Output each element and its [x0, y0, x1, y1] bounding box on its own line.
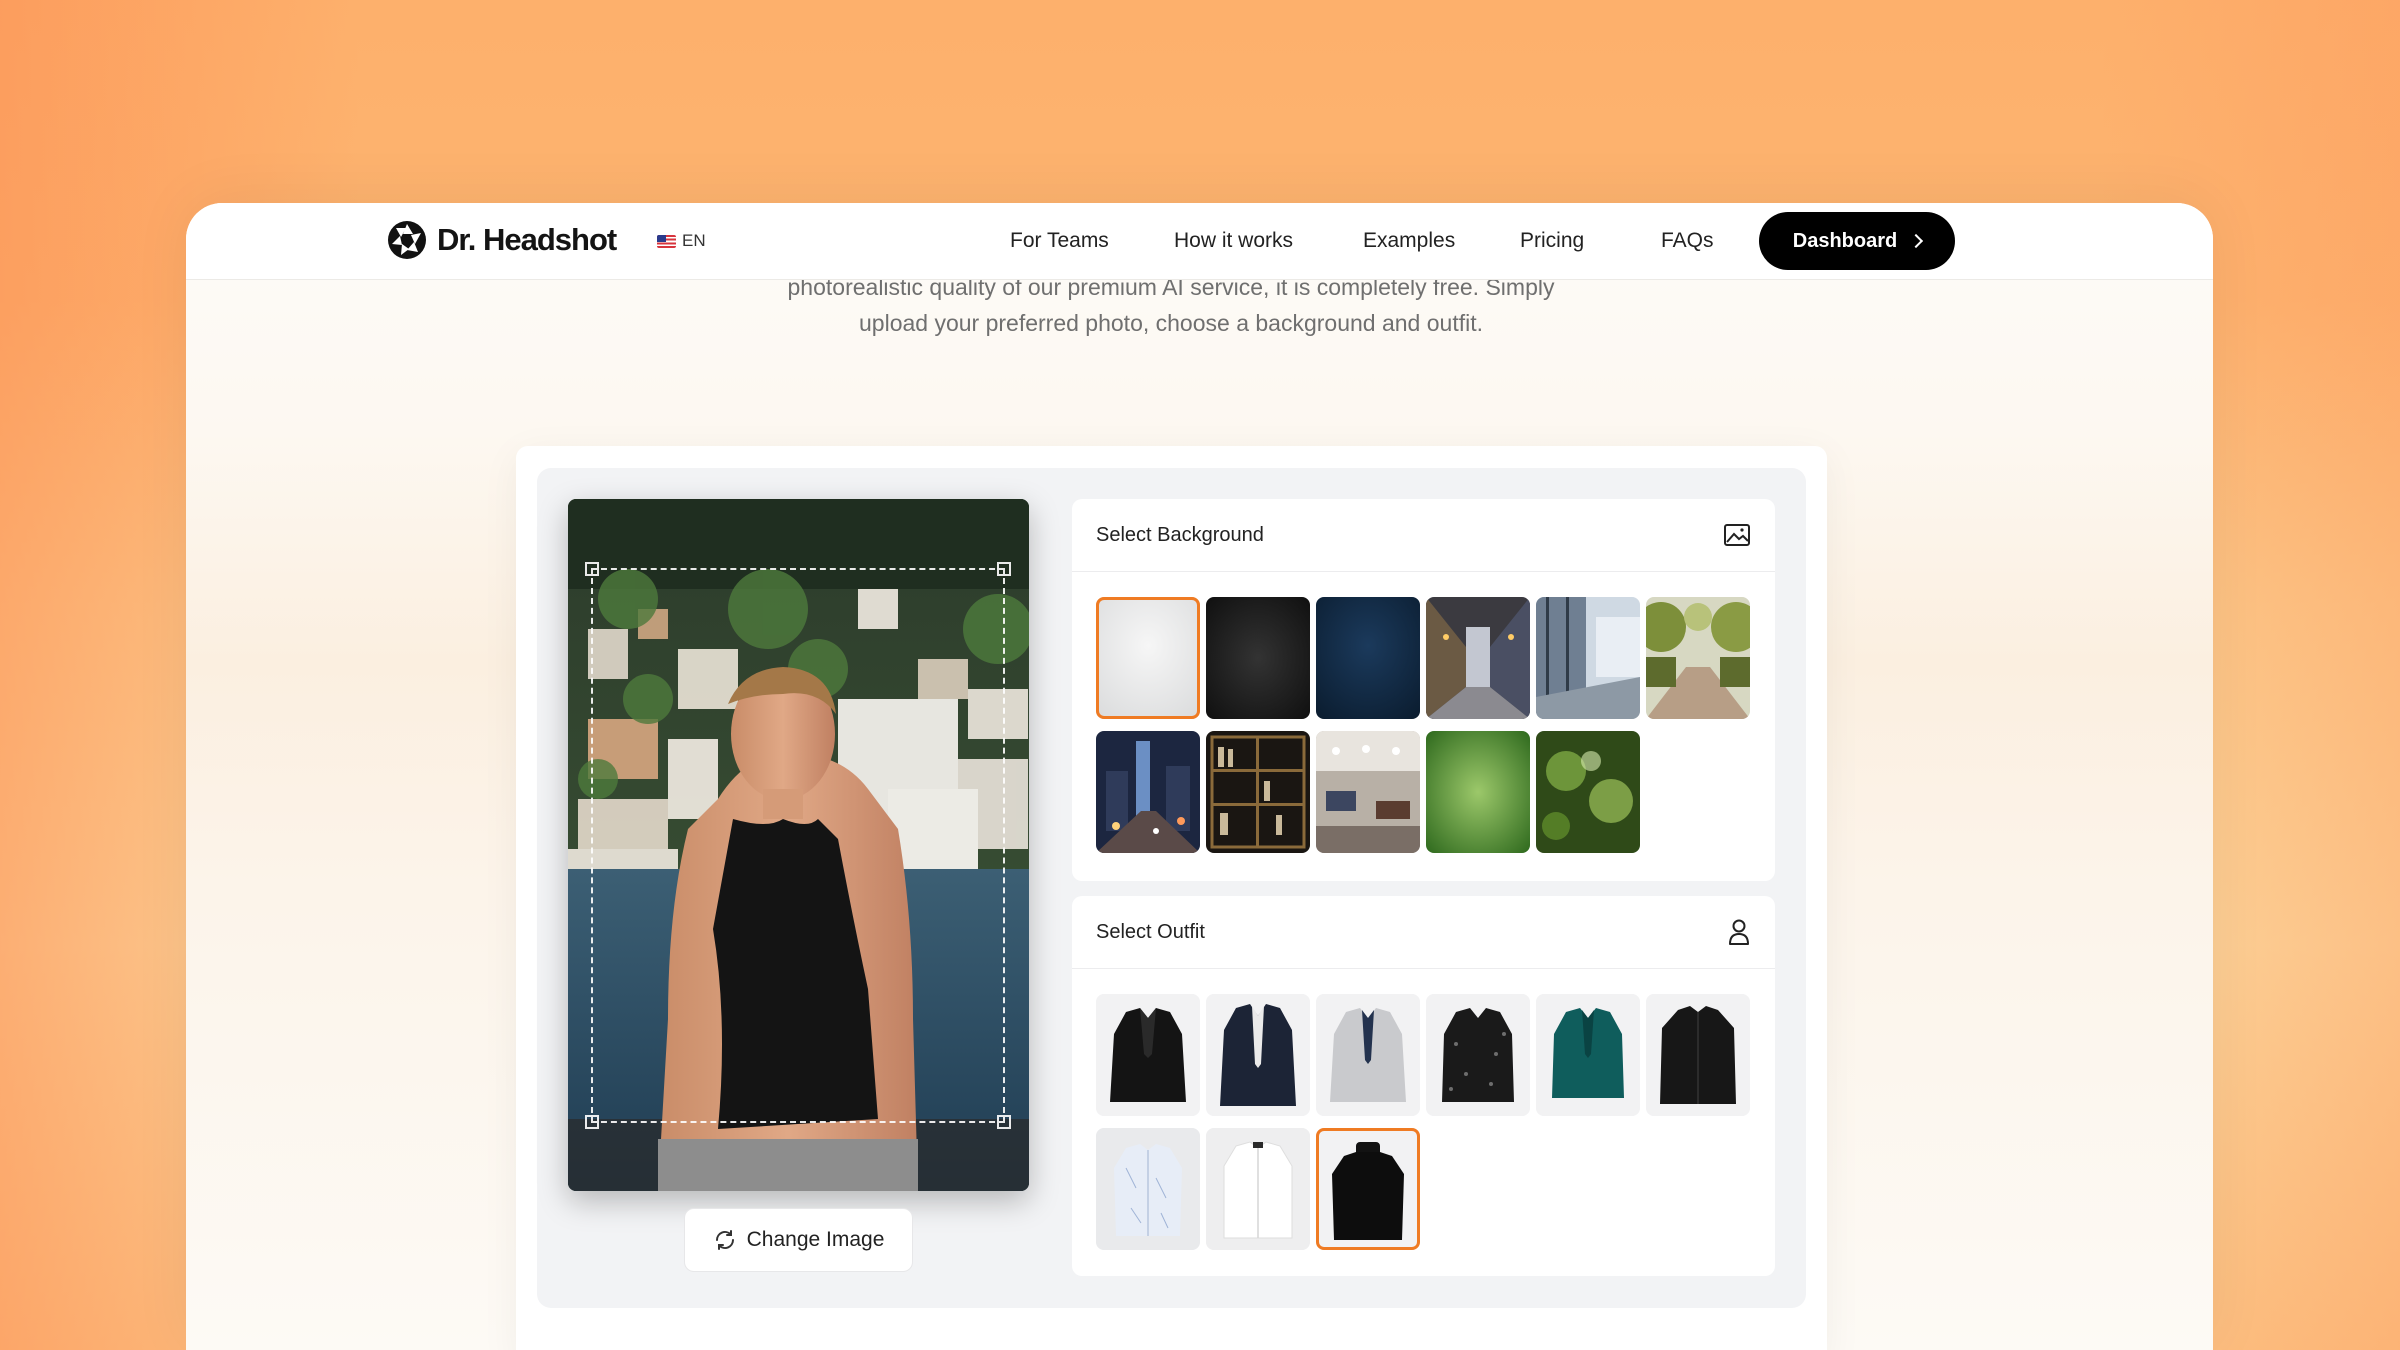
black-blazer-image: [1096, 994, 1200, 1116]
navy-backdrop: [1316, 597, 1420, 719]
black-shirt-image: [1646, 994, 1750, 1116]
chevron-right-icon: [1909, 233, 1924, 249]
white-shirt-image: [1206, 1128, 1310, 1250]
select-background-card: Select Background: [1072, 499, 1775, 881]
crop-selection[interactable]: [585, 562, 1011, 1129]
background-option-city-night[interactable]: [1096, 731, 1200, 853]
navy-blazer-image: [1206, 994, 1310, 1116]
park-backdrop: [1646, 597, 1750, 719]
background-option-park-path[interactable]: [1646, 597, 1750, 719]
refresh-icon: [715, 1230, 734, 1250]
light-gray-backdrop: [1096, 597, 1200, 719]
city-night-backdrop: [1096, 731, 1200, 853]
office-window-backdrop: [1536, 597, 1640, 719]
intro-line-2: upload your preferred photo, choose a ba…: [859, 310, 1483, 336]
image-icon: [1724, 524, 1750, 546]
outfit-option-black-shirt[interactable]: [1646, 994, 1750, 1116]
browser-frame: Dr. Headshot EN For Teams How it works E…: [186, 203, 2213, 1350]
background-option-green-forest[interactable]: [1426, 731, 1530, 853]
dashboard-button[interactable]: Dashboard: [1759, 212, 1955, 270]
background-option-office-window[interactable]: [1536, 597, 1640, 719]
outfit-option-teal-blazer[interactable]: [1536, 994, 1640, 1116]
background-option-office-blur[interactable]: [1316, 731, 1420, 853]
outfit-option-patterned-black-blazer[interactable]: [1426, 994, 1530, 1116]
background-option-city-alley[interactable]: [1426, 597, 1530, 719]
change-image-label: Change Image: [746, 1228, 885, 1251]
outfit-option-white-shirt[interactable]: [1206, 1128, 1310, 1250]
background-option-green-bokeh[interactable]: [1536, 731, 1640, 853]
crop-handle-bottom-left[interactable]: [585, 1115, 599, 1129]
nav-link-examples[interactable]: Examples: [1363, 229, 1455, 253]
background-option-dark-black[interactable]: [1206, 597, 1310, 719]
select-background-header: Select Background: [1072, 499, 1775, 572]
outfit-option-light-gray-blazer[interactable]: [1316, 994, 1420, 1116]
nav-link-faqs[interactable]: FAQs: [1661, 229, 1714, 253]
user-icon: [1729, 919, 1749, 945]
select-outfit-card: Select Outfit: [1072, 896, 1775, 1276]
background-option-light-gray[interactable]: [1096, 597, 1200, 719]
outfit-option-light-blue-shirt[interactable]: [1096, 1128, 1200, 1250]
outfit-option-black-turtleneck[interactable]: [1316, 1128, 1420, 1250]
editor-panel: Change Image Select Background Select Ou…: [516, 446, 1827, 1350]
office-blur-backdrop: [1316, 731, 1420, 853]
bookshelf-backdrop: [1206, 731, 1310, 853]
turtleneck-image: [1316, 1128, 1420, 1250]
bokeh-backdrop: [1536, 731, 1640, 853]
background-option-bookshelf[interactable]: [1206, 731, 1310, 853]
select-outfit-header: Select Outfit: [1072, 896, 1775, 969]
blue-shirt-image: [1096, 1128, 1200, 1250]
forest-backdrop: [1426, 731, 1530, 853]
outfit-option-black-blazer[interactable]: [1096, 994, 1200, 1116]
background-option-navy-texture[interactable]: [1316, 597, 1420, 719]
crop-handle-bottom-right[interactable]: [997, 1115, 1011, 1129]
dashboard-label: Dashboard: [1792, 229, 1898, 252]
select-background-title: Select Background: [1096, 523, 1264, 546]
uploaded-photo[interactable]: [568, 499, 1029, 1191]
alley-backdrop: [1426, 597, 1530, 719]
teal-blazer-image: [1536, 994, 1640, 1116]
nav-link-for-teams[interactable]: For Teams: [1010, 229, 1109, 253]
crop-handle-top-right[interactable]: [997, 562, 1011, 576]
nav-link-how-it-works[interactable]: How it works: [1174, 229, 1293, 253]
select-outfit-title: Select Outfit: [1096, 920, 1205, 943]
crop-handle-top-left[interactable]: [585, 562, 599, 576]
top-navigation: Dr. Headshot EN For Teams How it works E…: [186, 203, 2213, 280]
change-image-button[interactable]: Change Image: [684, 1208, 913, 1272]
gray-blazer-image: [1316, 994, 1420, 1116]
dark-backdrop: [1206, 597, 1310, 719]
editor-panel-inner: Change Image Select Background Select Ou…: [537, 468, 1806, 1308]
outfit-option-navy-blazer[interactable]: [1206, 994, 1310, 1116]
nav-link-pricing[interactable]: Pricing: [1520, 229, 1584, 253]
patterned-blazer-image: [1426, 994, 1530, 1116]
